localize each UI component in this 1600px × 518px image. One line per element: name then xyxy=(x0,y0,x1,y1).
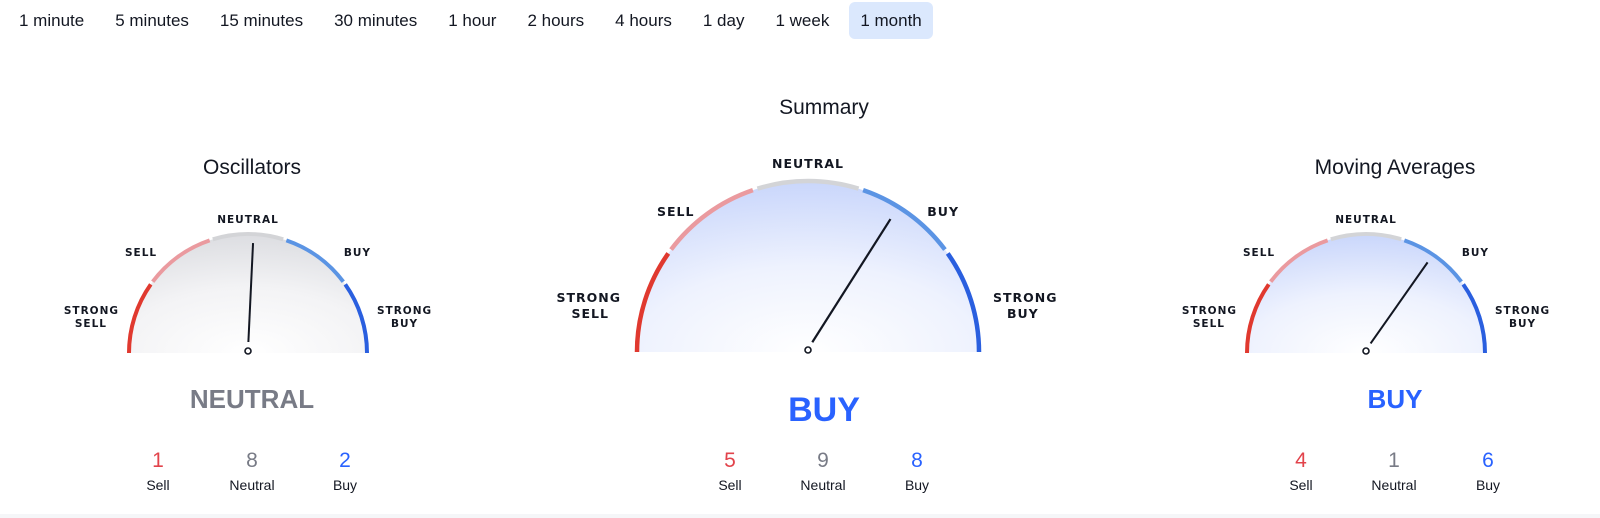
label-sell: SELL xyxy=(657,204,694,219)
count-label: Sell xyxy=(718,477,742,493)
label-sell: SELL xyxy=(125,247,157,259)
count-value: 8 xyxy=(911,449,923,472)
label-neutral: NEUTRAL xyxy=(772,156,844,171)
needle-pivot xyxy=(244,347,252,355)
count-label: Sell xyxy=(146,477,170,493)
label-buy: BUY xyxy=(344,247,371,259)
label-buy: BUY xyxy=(927,204,959,219)
gauge-face xyxy=(1247,234,1485,353)
count-value: 6 xyxy=(1482,449,1494,472)
count-value: 9 xyxy=(817,449,829,472)
needle-pivot xyxy=(1362,347,1370,355)
count-value: 1 xyxy=(152,449,164,472)
label-strong-buy: STRONG xyxy=(993,290,1058,305)
count-value: 4 xyxy=(1295,449,1307,472)
count-value: 8 xyxy=(246,449,258,472)
count-label: Buy xyxy=(1475,477,1501,493)
gauges-canvas: STRONG SELL SELL NEUTRAL BUY STRONG BUY … xyxy=(64,156,1550,355)
count-label: Neutral xyxy=(1371,477,1417,493)
label-strong-sell-2: SELL xyxy=(572,306,609,321)
label-strong-buy-2: BUY xyxy=(1509,318,1536,330)
label-strong-sell-2: SELL xyxy=(75,318,107,330)
label-strong-sell: STRONG xyxy=(64,305,119,317)
oscillators-gauge: STRONG SELL SELL NEUTRAL BUY STRONG BUY xyxy=(64,214,432,355)
count-label: Buy xyxy=(332,477,358,493)
oscillators-neutral-count: 8 Neutral xyxy=(212,449,292,493)
moving-averages-sell-count: 4 Sell xyxy=(1261,449,1341,493)
count-label: Neutral xyxy=(800,477,846,493)
summary-sell-count: 5 Sell xyxy=(690,449,770,493)
label-strong-sell: STRONG xyxy=(556,290,621,305)
label-sell: SELL xyxy=(1243,247,1275,259)
needle-pivot xyxy=(804,346,812,354)
moving-averages-gauge: STRONG SELL SELL NEUTRAL BUY STRONG BUY xyxy=(1182,214,1550,355)
label-strong-sell: STRONG xyxy=(1182,305,1237,317)
summary-gauge: STRONG SELL SELL NEUTRAL BUY STRONG BUY xyxy=(556,156,1058,354)
count-label: Sell xyxy=(1289,477,1313,493)
moving-averages-verdict: BUY xyxy=(1367,384,1423,414)
moving-averages-neutral-count: 1 Neutral xyxy=(1354,449,1434,493)
count-value: 1 xyxy=(1388,449,1400,472)
count-label: Buy xyxy=(904,477,930,493)
oscillators-sell-count: 1 Sell xyxy=(118,449,198,493)
summary-buy-count: 8 Buy xyxy=(877,449,957,493)
label-strong-buy-2: BUY xyxy=(391,318,418,330)
count-value: 2 xyxy=(339,449,351,472)
label-strong-buy: STRONG xyxy=(1495,305,1550,317)
oscillators-verdict: NEUTRAL xyxy=(189,384,315,414)
label-strong-buy-2: BUY xyxy=(1007,306,1039,321)
count-value: 5 xyxy=(724,449,736,472)
oscillators-buy-count: 2 Buy xyxy=(305,449,385,493)
summary-neutral-count: 9 Neutral xyxy=(783,449,863,493)
label-buy: BUY xyxy=(1462,247,1489,259)
summary-verdict: BUY xyxy=(788,391,860,429)
count-label: Neutral xyxy=(229,477,275,493)
moving-averages-buy-count: 6 Buy xyxy=(1448,449,1528,493)
label-strong-sell-2: SELL xyxy=(1193,318,1225,330)
bottom-divider xyxy=(0,514,1600,518)
label-neutral: NEUTRAL xyxy=(1335,214,1397,226)
label-strong-buy: STRONG xyxy=(377,305,432,317)
label-neutral: NEUTRAL xyxy=(217,214,279,226)
